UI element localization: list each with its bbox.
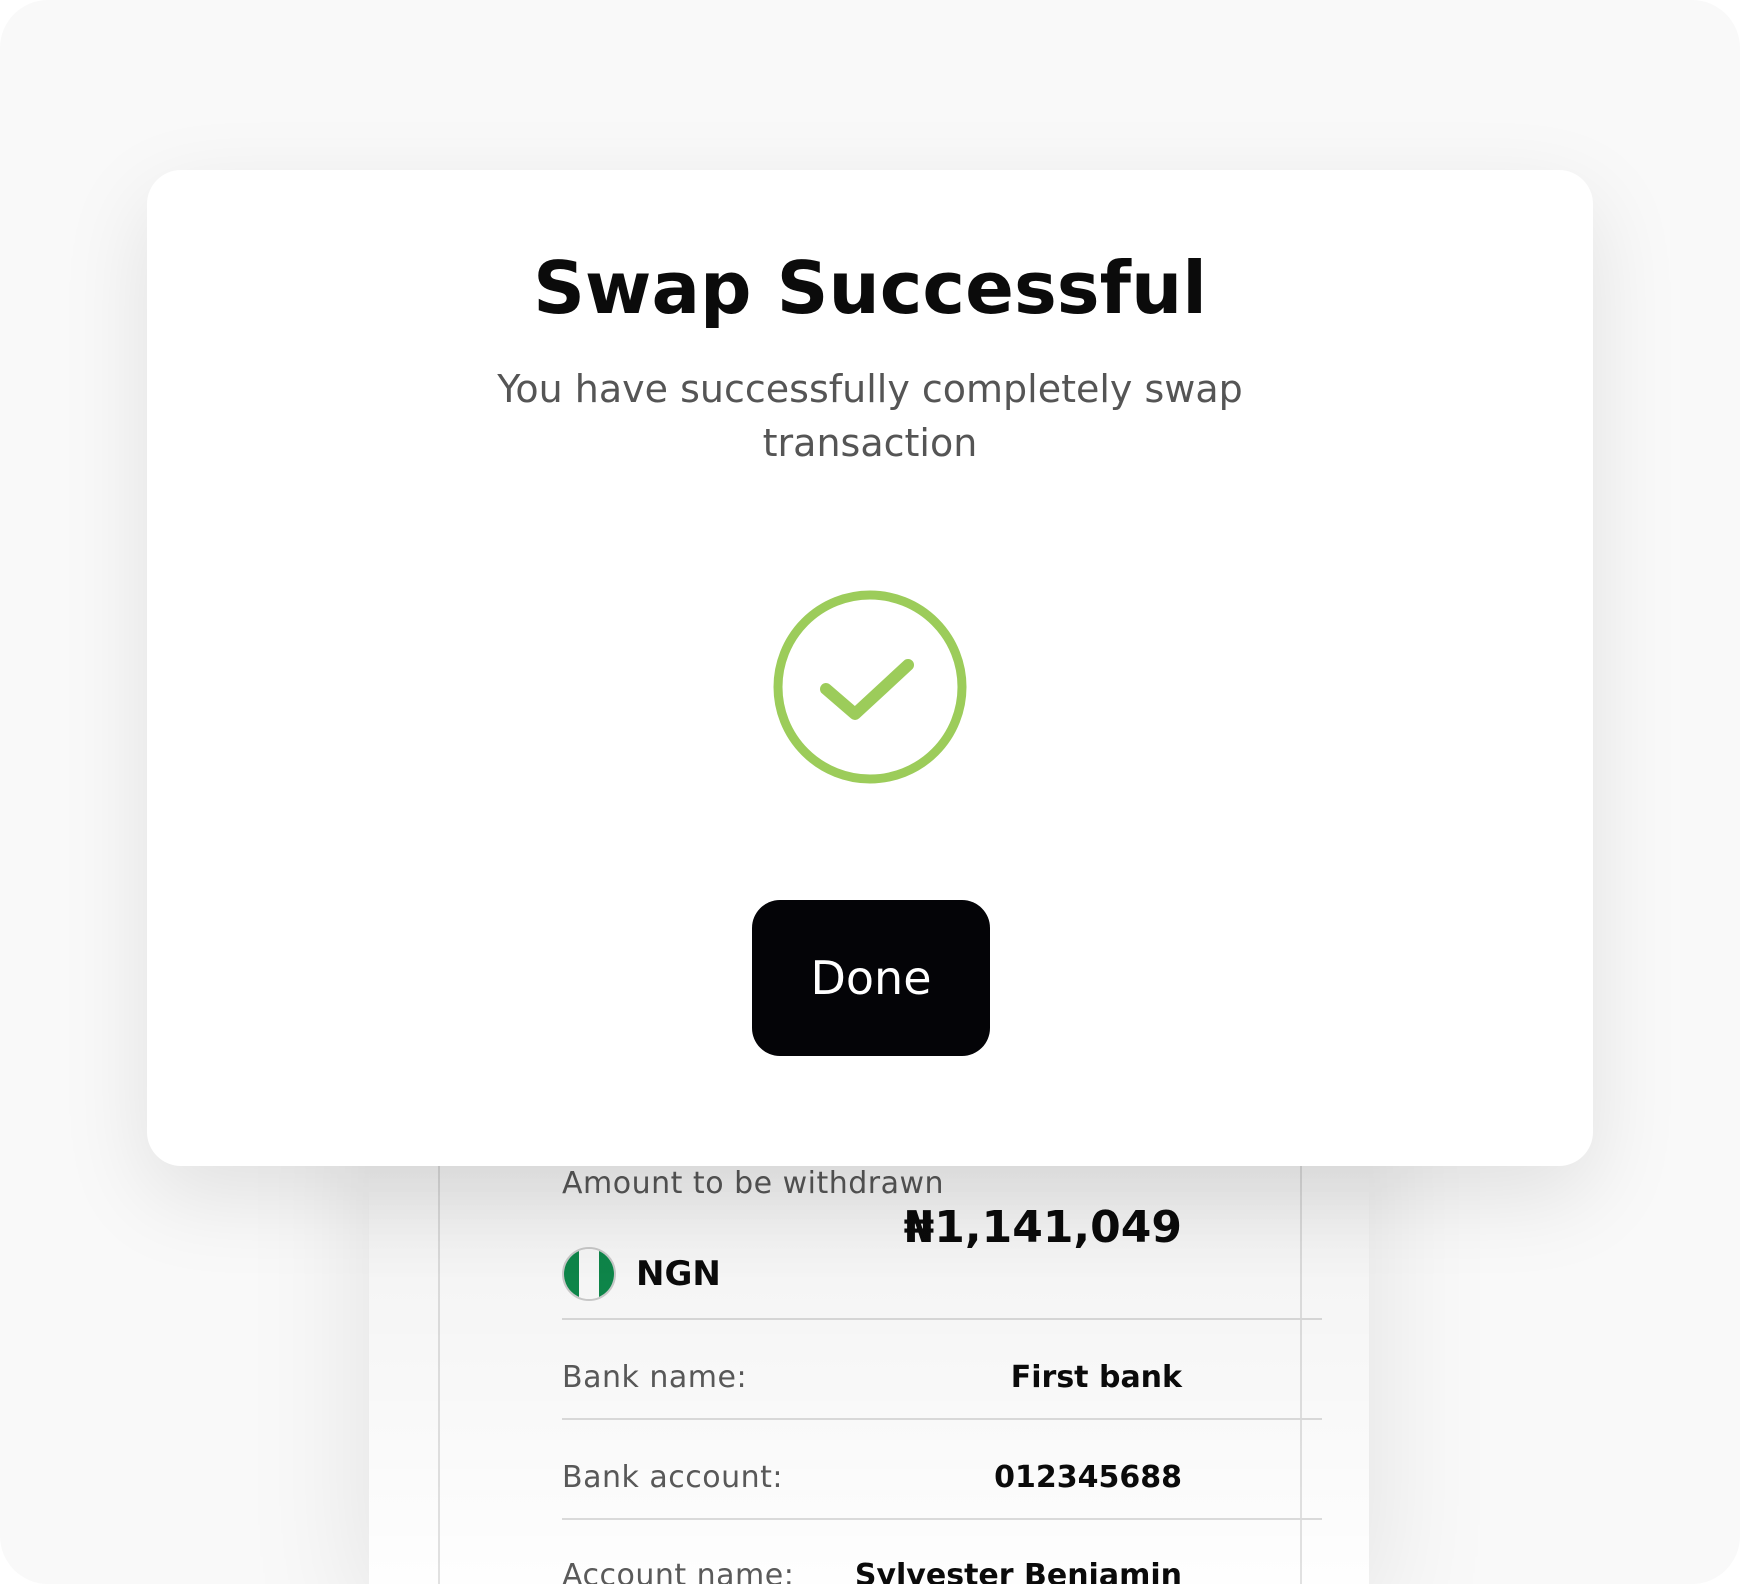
divider	[562, 1418, 1322, 1420]
bank-account-label: Bank account:	[562, 1460, 784, 1495]
bank-name-label: Bank name:	[562, 1360, 748, 1395]
done-button[interactable]: Done	[752, 900, 990, 1056]
account-name-value: Sylvester Benjamin	[854, 1558, 1182, 1584]
modal-subtitle: You have successfully completely swap tr…	[497, 367, 1243, 465]
amount-label: Amount to be withdrawn	[562, 1166, 945, 1201]
divider	[562, 1518, 1322, 1520]
screen-frame: Amount to be withdrawn NGN ₦1,141,049 Ba…	[0, 0, 1740, 1584]
success-check-icon	[773, 590, 967, 784]
divider	[562, 1318, 1322, 1320]
account-name-label: Account name:	[562, 1558, 795, 1584]
currency-row: NGN	[562, 1246, 721, 1302]
swap-success-modal: Swap Successful You have successfully co…	[147, 170, 1593, 1166]
modal-title: Swap Successful	[533, 246, 1207, 330]
amount-value: ₦1,141,049	[903, 1202, 1182, 1253]
bank-name-value: First bank	[1010, 1360, 1182, 1395]
nigeria-flag-icon	[562, 1247, 616, 1301]
currency-code: NGN	[636, 1254, 721, 1294]
bank-account-value: 012345688	[994, 1460, 1182, 1495]
